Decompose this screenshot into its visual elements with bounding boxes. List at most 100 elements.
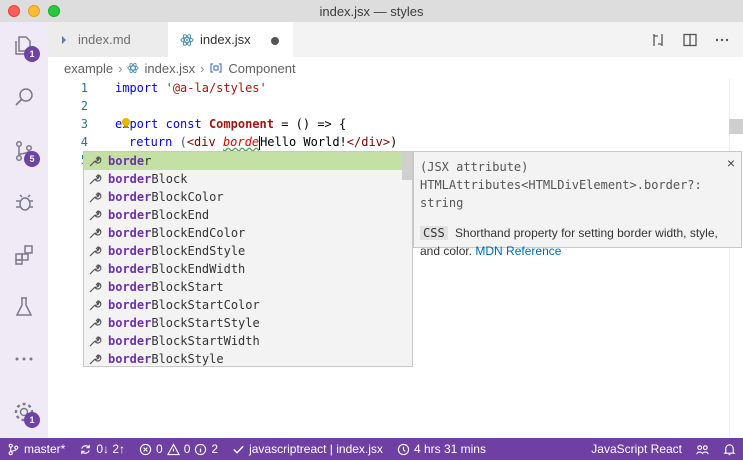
branch-status[interactable]: master*	[0, 438, 72, 460]
suggestion-item[interactable]: border BlockColor	[84, 188, 402, 206]
history-icon	[397, 443, 410, 455]
editor-scrollbar[interactable]	[729, 79, 743, 438]
breadcrumb-folder[interactable]: example	[64, 61, 113, 76]
search-button[interactable]	[0, 73, 48, 121]
language-check-text: javascriptreact | index.jsx	[249, 442, 383, 456]
lightbulb-icon[interactable]	[121, 117, 131, 129]
suggestion-match: border	[108, 244, 152, 258]
time-tracking-status[interactable]: 4 hrs 31 mins	[390, 438, 493, 460]
explorer-button[interactable]: 1	[0, 22, 48, 70]
extensions-button[interactable]	[0, 231, 48, 279]
identifier: Component	[208, 117, 274, 131]
suggestion-match: border	[108, 226, 152, 240]
jsx-attribute: borde	[222, 135, 260, 149]
suggestion-rest: BlockStartWidth	[151, 334, 260, 348]
compare-changes-icon[interactable]	[649, 31, 667, 49]
suggestion-item[interactable]: border BlockStartColor	[84, 296, 402, 314]
tab-bar: index.md index.jsx	[48, 22, 743, 57]
testing-button[interactable]	[0, 283, 48, 331]
notifications-button[interactable]	[716, 438, 743, 460]
jsx-tag: </div>	[346, 135, 391, 149]
tab-index-jsx[interactable]: index.jsx	[168, 22, 293, 57]
suggestion-item[interactable]: border BlockEndWidth	[84, 260, 402, 278]
debug-icon	[16, 194, 33, 211]
git-branch-icon	[8, 443, 19, 455]
manage-button[interactable]: 1	[0, 388, 48, 436]
code-line-3: export const Component = () => {	[115, 115, 346, 133]
unsaved-dot-icon[interactable]	[271, 37, 279, 45]
keyword: const	[165, 117, 202, 131]
suggestion-match: border	[108, 298, 152, 312]
jsx-tag: <div	[186, 135, 216, 149]
sync-text: 0↓ 2↑	[96, 442, 126, 456]
breadcrumb: example › index.jsx › Component	[48, 57, 743, 79]
suggestion-item[interactable]: border BlockStart	[84, 278, 402, 296]
suggestion-rest: BlockStartColor	[151, 298, 260, 312]
suggestion-rest: BlockStartStyle	[151, 316, 260, 330]
suggestion-item[interactable]: border BlockEnd	[84, 206, 402, 224]
code-text: )	[390, 135, 398, 149]
mdn-reference-link[interactable]: MDN Reference	[475, 244, 561, 258]
branch-name: master*	[24, 442, 66, 456]
bell-icon	[723, 443, 736, 455]
suggestion-item[interactable]: borde r	[84, 152, 402, 170]
status-bar: master* 0↓ 2↑ 0 0 2 javascriptreact | in…	[0, 438, 743, 460]
maximize-window-button[interactable]	[48, 5, 60, 17]
suggestion-item[interactable]: border BlockEndColor	[84, 224, 402, 242]
tab-index-md[interactable]: index.md	[48, 22, 168, 57]
string: '@a-la/styles'	[165, 81, 267, 95]
more-actions-icon[interactable]	[713, 31, 731, 49]
window-controls	[8, 5, 60, 17]
close-window-button[interactable]	[8, 5, 20, 17]
suggestion-match: border	[108, 280, 152, 294]
suggestion-match: border	[108, 172, 152, 186]
error-count: 0	[156, 442, 163, 456]
suggestion-item[interactable]: border Block	[84, 170, 402, 188]
run-debug-button[interactable]	[0, 179, 48, 227]
suggestion-item[interactable]: border BlockStyle	[84, 350, 402, 368]
suggest-details: (JSX attribute) HTMLAttributes<HTMLDivEl…	[413, 151, 742, 258]
split-editor-icon[interactable]	[681, 31, 699, 49]
code-line-4: return (<div bordeHello World!</div>)	[129, 133, 397, 151]
language-check-status[interactable]: javascriptreact | index.jsx	[225, 438, 390, 460]
ellipsis-icon	[15, 357, 33, 361]
suggest-widget: borde r border Block border BlockColor bord…	[83, 151, 413, 367]
line-number: 1	[80, 81, 88, 95]
code-line-1: import '@a-la/styles'	[115, 79, 267, 97]
wrench-icon	[88, 262, 106, 276]
close-icon[interactable]: ×	[727, 155, 735, 171]
minimize-window-button[interactable]	[28, 5, 40, 17]
sync-icon	[81, 444, 91, 454]
wrench-icon	[88, 244, 106, 258]
language-mode[interactable]: JavaScript React	[584, 438, 689, 460]
source-control-button[interactable]: 5	[0, 127, 48, 175]
wrench-icon	[88, 280, 106, 294]
symbol-class-icon	[209, 62, 223, 74]
suggestion-item[interactable]: border BlockEndStyle	[84, 242, 402, 260]
breadcrumb-symbol[interactable]: Component	[228, 61, 295, 76]
sync-status[interactable]: 0↓ 2↑	[72, 438, 132, 460]
suggestion-rest: BlockStyle	[151, 352, 224, 366]
check-icon	[233, 445, 244, 454]
breadcrumb-file[interactable]: index.jsx	[144, 61, 195, 76]
suggestion-match: border	[108, 190, 152, 204]
wrench-icon	[88, 316, 106, 330]
line-number: 5	[48, 151, 88, 169]
extensions-icon	[15, 245, 33, 265]
suggestion-rest: BlockEndWidth	[151, 262, 246, 276]
suggestion-item[interactable]: border BlockStartWidth	[84, 332, 402, 350]
feedback-button[interactable]	[689, 438, 716, 460]
suggest-scrollbar[interactable]	[402, 152, 412, 180]
code-text: Hello World!	[260, 135, 347, 149]
error-icon	[139, 443, 152, 455]
line-number: 2	[80, 99, 88, 113]
css-tag: CSS	[420, 226, 448, 240]
tab-label: index.jsx	[200, 32, 251, 47]
settings-badge: 1	[24, 412, 40, 428]
suggestion-item[interactable]: border BlockStartStyle	[84, 314, 402, 332]
problems-status[interactable]: 0 0 2	[132, 438, 225, 460]
line-number: 4	[80, 135, 88, 149]
flask-icon	[15, 297, 33, 316]
suggestion-match: border	[108, 262, 152, 276]
more-views-button[interactable]	[0, 335, 48, 383]
